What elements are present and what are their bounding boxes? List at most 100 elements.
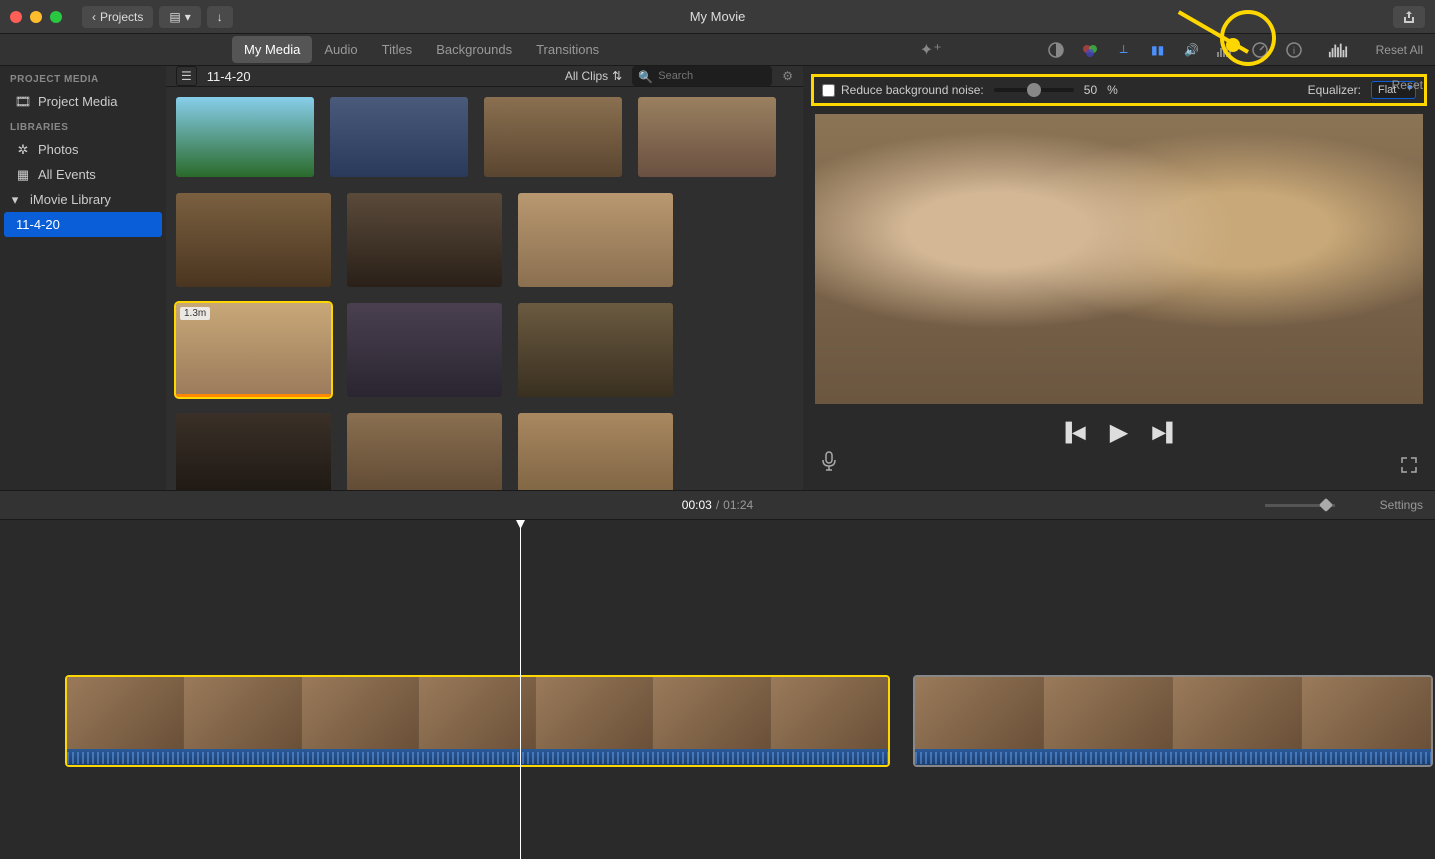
filmstrip-icon: ▤ <box>169 10 180 24</box>
prev-button[interactable]: ▐◀ <box>1059 422 1086 443</box>
filter-label: All Clips <box>565 69 608 83</box>
next-button[interactable]: ▶▌ <box>1152 422 1179 443</box>
reset-button[interactable]: Reset <box>1392 78 1423 92</box>
play-button[interactable]: ▶ <box>1110 418 1128 447</box>
sidebar-label: Project Media <box>38 94 117 109</box>
gear-icon[interactable]: ⚙ <box>782 69 793 83</box>
volume-icon[interactable]: 🔊 <box>1182 40 1202 60</box>
search-input[interactable] <box>632 66 772 86</box>
noise-reduction-bar: Reduce background noise: 50 % Equalizer:… <box>811 74 1427 106</box>
clip-frames <box>915 677 1431 749</box>
eq-label: Equalizer: <box>1308 83 1361 97</box>
fullscreen-button[interactable] <box>1401 457 1417 476</box>
project-title: My Movie <box>690 9 746 24</box>
total-time: 01:24 <box>723 498 753 512</box>
sidebar-label: Photos <box>38 142 78 157</box>
video-preview[interactable] <box>815 114 1423 404</box>
clip-thumbnail-selected[interactable]: 1.3m <box>176 303 331 397</box>
stabilization-icon[interactable]: ▮▮ <box>1148 40 1168 60</box>
timeline-clip-selected[interactable] <box>65 675 890 767</box>
minimize-window-button[interactable] <box>30 11 42 23</box>
color-balance-icon[interactable] <box>1046 40 1066 60</box>
clip-thumbnail[interactable] <box>638 97 776 177</box>
speed-icon[interactable] <box>1250 40 1270 60</box>
preview-frame <box>815 114 1423 404</box>
titlebar: ‹ Projects ▤ ▾ ↓ My Movie <box>0 0 1435 34</box>
reset-all-button[interactable]: Reset All <box>1376 43 1423 57</box>
close-window-button[interactable] <box>10 11 22 23</box>
tab-transitions[interactable]: Transitions <box>524 36 611 63</box>
sidebar-header-project: PROJECT MEDIA <box>0 66 166 89</box>
tab-audio[interactable]: Audio <box>312 36 369 63</box>
sidebar-item-imovie-library[interactable]: ▾ iMovie Library <box>0 187 166 212</box>
clip-thumbnail[interactable] <box>484 97 622 177</box>
playback-controls: ▐◀ ▶ ▶▌ <box>803 404 1435 461</box>
color-correction-icon[interactable] <box>1080 40 1100 60</box>
voiceover-button[interactable] <box>821 451 837 476</box>
fullscreen-window-button[interactable] <box>50 11 62 23</box>
tab-my-media[interactable]: My Media <box>232 36 312 63</box>
sidebar-item-project-media[interactable]: 🎞 Project Media <box>0 89 166 114</box>
list-view-toggle[interactable]: ☰ <box>176 66 197 86</box>
clip-thumbnail[interactable] <box>176 193 331 287</box>
search-icon: 🔍 <box>638 70 653 84</box>
grid-icon: ▦ <box>16 168 30 182</box>
noise-checkbox-label[interactable]: Reduce background noise: <box>822 83 984 97</box>
noise-checkbox[interactable] <box>822 84 835 97</box>
sidebar-item-all-events[interactable]: ▦ All Events <box>0 162 166 187</box>
viewer-panel: Reduce background noise: 50 % Equalizer:… <box>803 66 1435 490</box>
zoom-slider[interactable] <box>1265 504 1335 507</box>
svg-text:i: i <box>1293 46 1295 57</box>
timeline-clip[interactable] <box>913 675 1433 767</box>
sidebar-label: 11-4-20 <box>16 217 60 232</box>
sidebar-label: All Events <box>38 167 96 182</box>
media-browser: ☰ 11-4-20 All Clips ⇅ 🔍 ⚙ 1.3m <box>166 66 803 490</box>
clip-thumbnail[interactable] <box>518 193 673 287</box>
view-mode-button[interactable]: ▤ ▾ <box>159 6 200 28</box>
film-icon: 🎞 <box>16 95 30 109</box>
time-bar: 00:03 / 01:24 Settings <box>0 490 1435 520</box>
clip-filter-dropdown[interactable]: All Clips ⇅ <box>565 69 622 83</box>
projects-label: Projects <box>100 10 143 24</box>
playhead[interactable] <box>520 520 521 859</box>
eq-icon-highlighted[interactable] <box>1328 40 1348 60</box>
window-controls <box>10 11 62 23</box>
clip-audio-waveform[interactable] <box>67 749 888 767</box>
clip-thumbnail[interactable] <box>330 97 468 177</box>
projects-back-button[interactable]: ‹ Projects <box>82 6 153 28</box>
crop-icon[interactable]: ⟂ <box>1114 40 1134 60</box>
updown-icon: ⇅ <box>612 69 622 83</box>
noise-value: 50 <box>1084 83 1097 97</box>
info-icon[interactable]: i <box>1284 40 1304 60</box>
sidebar-header-libraries: LIBRARIES <box>0 114 166 137</box>
timeline[interactable] <box>0 520 1435 859</box>
sidebar-item-event-date[interactable]: 11-4-20 <box>4 212 162 237</box>
import-button[interactable]: ↓ <box>207 6 233 28</box>
slider-thumb[interactable] <box>1027 83 1041 97</box>
clip-thumbnail[interactable] <box>176 97 314 177</box>
tab-titles[interactable]: Titles <box>370 36 425 63</box>
clip-duration-badge: 1.3m <box>180 307 210 320</box>
sidebar-item-photos[interactable]: ✲ Photos <box>0 137 166 162</box>
sidebar: PROJECT MEDIA 🎞 Project Media LIBRARIES … <box>0 66 166 490</box>
clip-thumbnail[interactable] <box>518 303 673 397</box>
enhance-wand-icon[interactable]: ✦⁺ <box>920 40 942 60</box>
share-icon <box>1402 10 1416 24</box>
chevron-down-icon: ▾ <box>185 10 191 24</box>
share-button[interactable] <box>1393 6 1425 28</box>
disclosure-triangle-icon[interactable]: ▾ <box>8 193 22 207</box>
current-time: 00:03 <box>682 498 712 512</box>
clip-audio-waveform[interactable] <box>915 749 1431 767</box>
clip-thumbnail[interactable] <box>347 303 502 397</box>
time-separator: / <box>716 498 719 512</box>
tab-backgrounds[interactable]: Backgrounds <box>424 36 524 63</box>
clip-thumbnail[interactable] <box>347 193 502 287</box>
settings-button[interactable]: Settings <box>1380 498 1423 512</box>
chevron-left-icon: ‹ <box>92 10 96 24</box>
tab-bar: My Media Audio Titles Backgrounds Transi… <box>0 34 1435 66</box>
download-icon: ↓ <box>217 10 223 24</box>
media-tabs: My Media Audio Titles Backgrounds Transi… <box>232 36 611 63</box>
clips-grid: 1.3m <box>166 87 803 517</box>
noise-slider[interactable] <box>994 88 1074 92</box>
browser-event-name: 11-4-20 <box>207 69 251 84</box>
